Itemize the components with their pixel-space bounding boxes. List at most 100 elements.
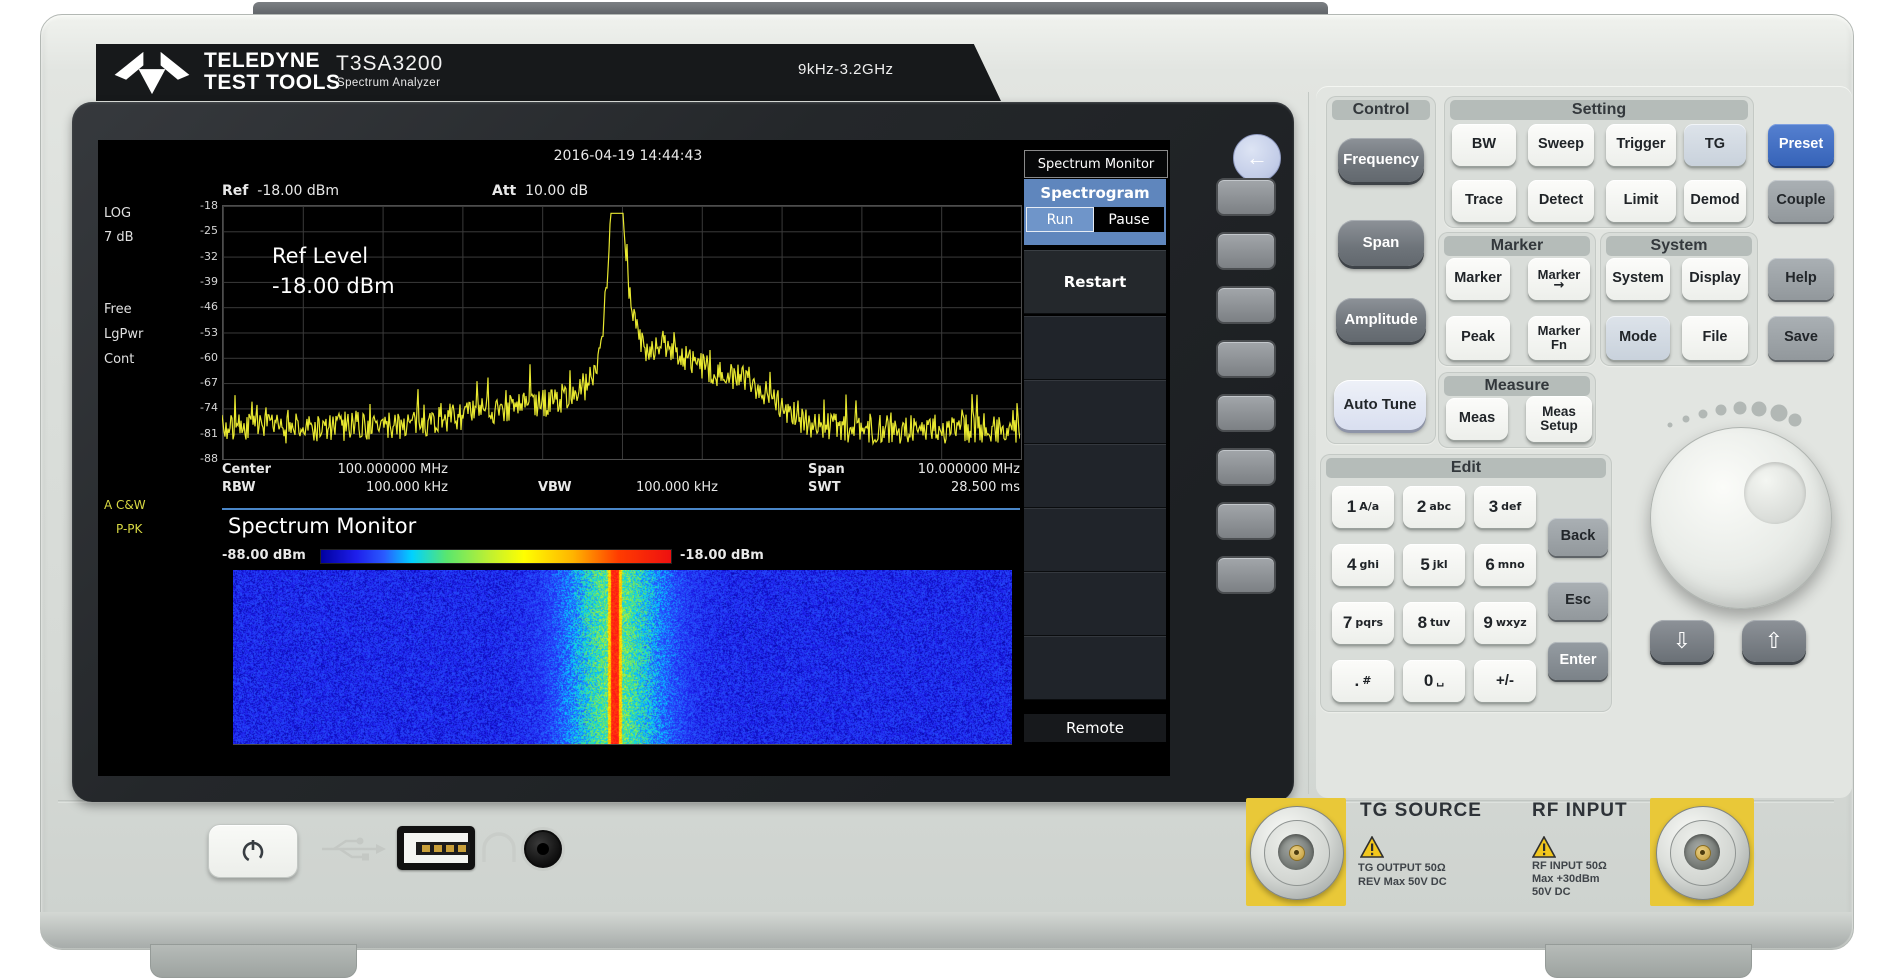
menu-item-empty: [1024, 572, 1166, 636]
rotary-knob[interactable]: [1650, 427, 1832, 609]
marker-fn-button[interactable]: Marker Fn: [1528, 316, 1590, 360]
menu-item-empty: [1024, 636, 1166, 700]
key-plus-minus[interactable]: +/-: [1474, 660, 1536, 702]
detect-button[interactable]: Detect: [1528, 180, 1594, 222]
foot-right: [1545, 944, 1752, 978]
pause-option[interactable]: Pause: [1094, 207, 1164, 232]
softkey-7[interactable]: [1216, 502, 1276, 540]
marker-fn-line1: Marker: [1538, 324, 1581, 338]
marker-group-title: Marker: [1444, 236, 1590, 256]
setting-group-title: Setting: [1450, 100, 1748, 120]
auto-tune-button[interactable]: Auto Tune: [1334, 380, 1426, 430]
mode-button[interactable]: Mode: [1606, 316, 1670, 360]
key-2[interactable]: 2abc: [1403, 486, 1465, 528]
center-frequency-readout: Center 100.000000 MHz: [222, 462, 271, 477]
softkey-3[interactable]: [1216, 286, 1276, 324]
bw-button[interactable]: BW: [1452, 124, 1516, 166]
save-button[interactable]: Save: [1768, 316, 1834, 360]
status-power: LgPwr: [104, 327, 143, 342]
preset-button[interactable]: Preset: [1768, 124, 1834, 166]
marker-button[interactable]: Marker: [1446, 258, 1510, 300]
up-arrow-button[interactable]: ⇧: [1742, 620, 1806, 662]
sweep-button[interactable]: Sweep: [1528, 124, 1594, 166]
y-tick-label: -60: [200, 351, 218, 364]
softkey-5[interactable]: [1216, 394, 1276, 432]
status-trigger: Free: [104, 302, 132, 317]
key-4[interactable]: 4ghi: [1332, 544, 1394, 586]
trace-mode-label: A C&W: [104, 498, 146, 512]
y-tick-label: -46: [200, 300, 218, 313]
key-7[interactable]: 7pqrs: [1332, 602, 1394, 644]
attenuation-readout: Att 10.00 dB: [492, 183, 588, 199]
y-tick-label: -25: [200, 224, 218, 237]
detector-mode-label: P-PK: [116, 522, 142, 536]
menu-item-empty: [1024, 380, 1166, 444]
key-0[interactable]: 0␣: [1403, 660, 1465, 702]
status-sweep: Cont: [104, 352, 134, 367]
foot-left: [150, 944, 357, 978]
y-axis-tick-labels: -18-25-32-39-46-53-60-67-74-81-88: [182, 205, 218, 458]
power-button[interactable]: [208, 824, 298, 878]
scale-max-label: -18.00 dBm: [680, 548, 764, 563]
y-tick-label: -88: [200, 452, 218, 465]
softkey-8[interactable]: [1216, 556, 1276, 594]
teledyne-logo-icon: [108, 50, 196, 96]
softkey-1[interactable]: [1216, 178, 1276, 216]
back-button[interactable]: Back: [1548, 518, 1608, 556]
tg-button[interactable]: TG: [1684, 124, 1746, 166]
key-3[interactable]: 3def: [1474, 486, 1536, 528]
run-option[interactable]: Run: [1026, 207, 1094, 232]
frequency-button[interactable]: Frequency: [1338, 138, 1424, 182]
span-button[interactable]: Span: [1338, 220, 1424, 266]
peak-button[interactable]: Peak: [1446, 316, 1510, 360]
system-group-title: System: [1606, 236, 1752, 256]
model-subtitle: Spectrum Analyzer: [337, 77, 440, 89]
esc-button[interactable]: Esc: [1548, 582, 1608, 620]
y-tick-label: -53: [200, 326, 218, 339]
meas-setup-button[interactable]: Meas Setup: [1526, 396, 1592, 442]
help-button[interactable]: Help: [1768, 258, 1834, 300]
softkey-2[interactable]: [1216, 232, 1276, 270]
menu-title: Spectrum Monitor: [1024, 150, 1168, 178]
frequency-range: 9kHz-3.2GHz: [798, 61, 894, 78]
couple-button[interactable]: Couple: [1768, 180, 1834, 222]
softkey-6[interactable]: [1216, 448, 1276, 486]
trigger-button[interactable]: Trigger: [1606, 124, 1676, 166]
spectrum-trace: [222, 205, 1020, 458]
marker-to-arrow: →: [1554, 282, 1565, 290]
key-6[interactable]: 6mno: [1474, 544, 1536, 586]
key-9[interactable]: 9wxyz: [1474, 602, 1536, 644]
scale-min-label: -88.00 dBm: [222, 548, 306, 563]
softkey-4[interactable]: [1216, 340, 1276, 378]
tg-warning-icon: [1360, 836, 1384, 858]
down-arrow-button[interactable]: ⇩: [1650, 620, 1714, 662]
back-arrow-button[interactable]: ←: [1233, 134, 1281, 182]
meas-button[interactable]: Meas: [1446, 398, 1508, 440]
trace-button[interactable]: Trace: [1452, 180, 1516, 222]
menu-item-restart[interactable]: Restart: [1024, 250, 1166, 314]
limit-button[interactable]: Limit: [1606, 180, 1676, 222]
key-dot-hash[interactable]: .#: [1332, 660, 1394, 702]
ref-level-annotation-value: -18.00 dBm: [272, 274, 395, 298]
amplitude-button[interactable]: Amplitude: [1336, 298, 1426, 342]
system-button[interactable]: System: [1606, 258, 1670, 300]
spectrum-monitor-heading: Spectrum Monitor: [228, 514, 416, 538]
key-8[interactable]: 8tuv: [1403, 602, 1465, 644]
amplitude-color-scale: [320, 549, 672, 564]
y-tick-label: -32: [200, 250, 218, 263]
menu-item-remote[interactable]: Remote: [1024, 714, 1166, 742]
display-button[interactable]: Display: [1682, 258, 1748, 300]
demod-button[interactable]: Demod: [1684, 180, 1746, 222]
rf-input-label: RF INPUT: [1532, 800, 1628, 822]
key-5[interactable]: 5jkl: [1403, 544, 1465, 586]
menu-item-spectrogram[interactable]: Spectrogram Run Pause: [1024, 179, 1166, 245]
file-button[interactable]: File: [1682, 316, 1748, 360]
menu-item-empty: [1024, 316, 1166, 380]
measure-group-title: Measure: [1444, 376, 1590, 396]
tg-note-2: REV Max 50V DC: [1358, 876, 1447, 889]
datetime: 2016-04-19 14:44:43: [488, 148, 768, 164]
key-1[interactable]: 1A/a: [1332, 486, 1394, 528]
enter-button[interactable]: Enter: [1548, 642, 1608, 680]
headphone-jack: [524, 830, 562, 868]
marker-to-button[interactable]: Marker →: [1528, 258, 1590, 300]
